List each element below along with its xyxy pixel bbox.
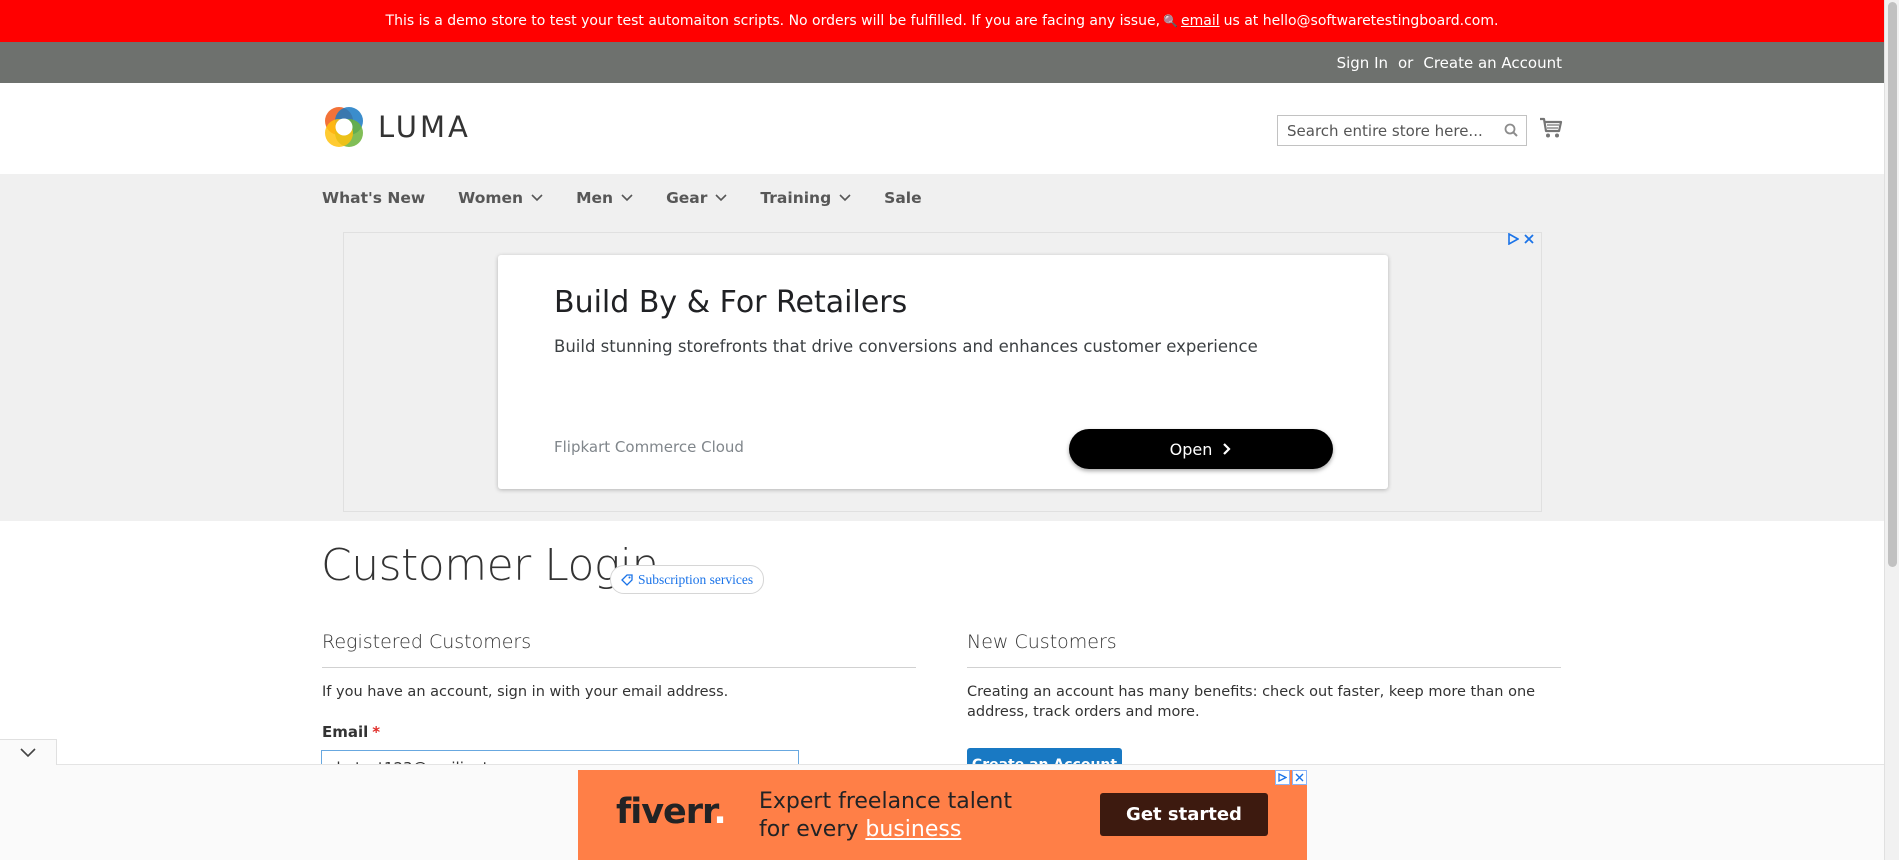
search-input[interactable] [1278,116,1488,145]
ad-open-button[interactable]: Open [1069,429,1333,469]
fiverr-highlight: business [865,817,962,842]
demo-notice-bar: This is a demo store to test your test a… [0,0,1884,42]
fiverr-ad[interactable]: fiverr. Expert freelance talent for ever… [578,770,1307,860]
chevron-down-icon [621,194,633,202]
ad-choices[interactable] [1507,233,1535,245]
fiverr-logo-text: fiverr [616,792,714,832]
main-navigation: What's New Women Men Gear Training Sale … [0,174,1884,521]
collapse-ad-tab[interactable] [0,739,57,765]
nav-item-sale[interactable]: Sale [884,189,921,207]
nav-item-gear[interactable]: Gear [666,189,727,207]
nav-item-whats-new[interactable]: What's New [322,189,425,207]
top-links-bar: Sign In or Create an Account [0,42,1884,83]
ad-title: Build By & For Retailers [554,285,908,320]
fiverr-line-1: Expert freelance talent [759,789,1012,814]
ad-brand: Flipkart Commerce Cloud [554,438,744,456]
new-customers-title: New Customers [967,631,1117,653]
section-divider [322,667,916,668]
registered-customers-title: Registered Customers [322,631,532,653]
tag-icon [621,573,633,586]
nav-item-label: Training [760,189,832,207]
close-icon[interactable] [1523,233,1535,245]
or-separator: or [1398,53,1414,72]
chevron-down-icon [715,194,727,202]
close-icon[interactable] [1292,770,1307,785]
cart-icon[interactable] [1539,116,1563,140]
site-header: LUMA [0,83,1884,174]
search-icon[interactable] [1504,123,1518,137]
nav-item-training[interactable]: Training [760,189,851,207]
nav-item-women[interactable]: Women [458,189,543,207]
adchoices-icon[interactable] [1275,770,1290,785]
nav-item-men[interactable]: Men [576,189,633,207]
ad-open-label: Open [1169,439,1213,459]
fiverr-logo-dot: . [713,792,726,832]
sign-in-link[interactable]: Sign In [1337,54,1388,72]
nav-item-label: What's New [322,189,426,207]
ad-subtitle: Build stunning storefronts that drive co… [554,337,1258,356]
demo-notice-text-end: us at hello@softwaretestingboard.com. [1223,13,1499,29]
required-mark: * [372,723,381,741]
chevron-down-icon [531,194,543,202]
get-started-button[interactable]: Get started [1100,793,1268,836]
adchoices-icon[interactable] [1507,233,1519,245]
fiverr-line-2: for every business [759,816,1012,844]
email-link[interactable]: email [1181,13,1220,29]
email-label-text: Email [322,723,369,741]
scrollbar-thumb[interactable] [1888,2,1897,567]
nav-item-label: Men [576,189,614,207]
section-divider [967,667,1561,668]
new-customers-text: Creating an account has many benefits: c… [967,684,1536,720]
registered-intro: If you have an account, sign in with you… [322,684,729,700]
nav-item-label: Women [458,189,524,207]
luma-logo-icon [325,107,363,147]
nav-menu: What's New Women Men Gear Training Sale [322,174,955,222]
luma-logo[interactable]: LUMA [322,105,471,149]
page-scrollbar[interactable] [1884,0,1899,860]
chevron-down-icon [839,194,851,202]
fiverr-line-2-prefix: for every [759,817,859,842]
fiverr-headline: Expert freelance talent for every busine… [759,788,1012,844]
ad-card[interactable]: Build By & For Retailers Build stunning … [498,255,1388,489]
subscription-services-chip[interactable]: Subscription services [610,565,765,594]
chevron-right-icon [1223,443,1231,455]
chevron-down-icon [20,747,36,757]
chip-label: Subscription services [638,571,754,587]
demo-notice-text: This is a demo store to test your test a… [385,13,1161,29]
page-title: Customer Login [321,540,659,591]
nav-item-label: Sale [884,189,922,207]
logo-wordmark: LUMA [378,110,471,144]
nav-item-label: Gear [666,189,708,207]
banner-ad[interactable]: Build By & For Retailers Build stunning … [343,232,1542,512]
create-account-link[interactable]: Create an Account [1423,54,1562,72]
magnifier-icon: 🔍 [1163,14,1178,28]
email-label: Email * [322,723,380,741]
fiverr-logo: fiverr. [616,792,727,832]
ad-choices[interactable] [1275,770,1307,785]
search-box [1277,115,1527,146]
